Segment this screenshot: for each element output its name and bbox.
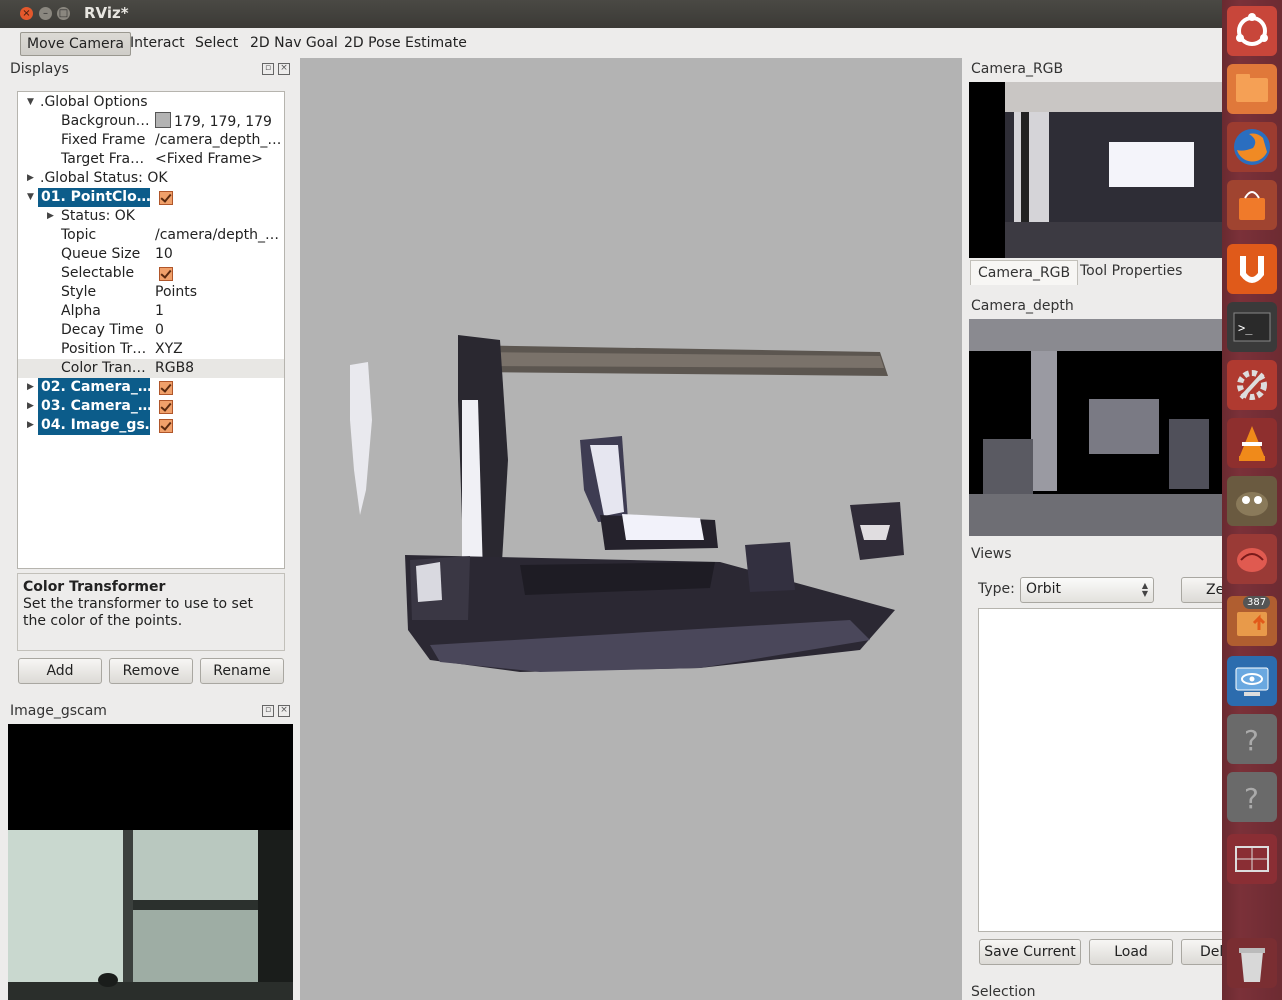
tree-row-decay-time[interactable]: Decay Time 0 [18,321,284,340]
maximize-window-button[interactable]: □ [57,7,70,20]
tree-row-image-04[interactable]: ▶ 04. Image_gs… [18,416,284,435]
window-titlebar: × – □ RViz* [0,0,1222,28]
brain-app-icon[interactable] [1227,534,1277,584]
tree-row-alpha[interactable]: Alpha 1 [18,302,284,321]
unknown-app-icon[interactable]: ? [1227,714,1277,764]
tree-row-target-frame[interactable]: Target Fra… <Fixed Frame> [18,150,284,169]
tree-row-selectable[interactable]: Selectable [18,264,284,283]
camera-depth-image [969,319,1222,536]
close-window-button[interactable]: × [20,7,33,20]
update-count-badge: 387 [1243,596,1271,609]
camera-rgb-title: Camera_RGB [971,61,1064,77]
close-icon[interactable]: × [278,63,290,75]
camera-rgb-view [969,82,1222,258]
image-gscam-view [8,724,293,1000]
tree-row-global-options[interactable]: ▼ .Global Options [18,93,284,112]
expand-arrow-icon[interactable]: ▶ [47,207,54,226]
saved-views-list[interactable] [978,608,1224,932]
tree-row-queue-size[interactable]: Queue Size 10 [18,245,284,264]
view-type-select[interactable]: Orbit ▲ ▼ [1020,577,1154,603]
add-display-button[interactable]: Add [18,658,102,684]
displays-title: Displays [10,61,69,77]
trash-icon[interactable] [1227,938,1277,988]
pose-estimate-tool[interactable]: 2D Pose Estimate [338,32,473,54]
undock-icon[interactable]: ▫ [262,63,274,75]
displays-tree[interactable]: ▼ .Global Options Backgroun… 179, 179, 1… [17,91,285,569]
unknown-app-icon-2[interactable]: ? [1227,772,1277,822]
system-settings-icon[interactable] [1227,360,1277,410]
camera-depth-view [969,319,1222,536]
pointcloud-render [350,335,904,672]
collapse-arrow-icon[interactable]: ▼ [27,188,34,207]
type-label: Type: [978,581,1015,597]
color-swatch[interactable] [155,112,171,128]
ubuntu-dash-icon[interactable] [1227,6,1277,56]
tree-row-fixed-frame[interactable]: Fixed Frame /camera_depth_… [18,131,284,150]
expand-arrow-icon[interactable]: ▶ [27,169,34,188]
svg-text:?: ? [1244,724,1259,757]
undock-icon[interactable]: ▫ [262,705,274,717]
selection-title: Selection [971,984,1036,1000]
select-arrows-icon: ▲ ▼ [1141,581,1148,598]
interact-tool[interactable]: Interact [124,32,191,54]
camera-depth-title: Camera_depth [971,298,1074,314]
svg-text:>_: >_ [1238,321,1253,335]
expand-arrow-icon[interactable]: ▶ [27,397,34,416]
description-title: Color Transformer [23,579,166,595]
software-center-icon[interactable] [1227,180,1277,230]
3d-render-view[interactable] [300,58,962,1000]
move-camera-tool[interactable]: Move Camera [20,32,131,56]
save-current-view-button[interactable]: Save Current [979,939,1081,965]
property-description: Color Transformer Set the transformer to… [17,573,285,651]
workspace-switcher-icon[interactable] [1227,834,1277,884]
pointcloud-enabled-checkbox[interactable] [159,191,173,205]
svg-text:?: ? [1244,782,1259,815]
vlc-icon[interactable] [1227,418,1277,468]
firefox-icon[interactable] [1227,122,1277,172]
background-color-value[interactable]: 179, 179, 179 [155,112,283,132]
tree-row-position-transformer[interactable]: Position Tr… XYZ [18,340,284,359]
displays-dock-buttons: ▫ × [258,62,290,75]
tree-row-status[interactable]: ▶ Status: OK [18,207,284,226]
select-tool[interactable]: Select [189,32,244,54]
remove-display-button[interactable]: Remove [109,658,193,684]
image-gscam-dock-buttons: ▫ × [258,704,290,717]
camera-03-enabled-checkbox[interactable] [159,400,173,414]
window-title: RViz* [84,4,129,22]
tree-row-background[interactable]: Backgroun… 179, 179, 179 [18,112,284,131]
tab-camera-rgb[interactable]: Camera_RGB [970,260,1079,285]
rename-display-button[interactable]: Rename [200,658,284,684]
gscam-camera-image [8,724,293,1000]
tree-row-camera-02[interactable]: ▶ 02. Camera_… [18,378,284,397]
image-gscam-title: Image_gscam [10,703,107,719]
selectable-checkbox[interactable] [159,267,173,281]
camera-02-enabled-checkbox[interactable] [159,381,173,395]
views-title: Views [971,546,1012,562]
expand-arrow-icon[interactable]: ▶ [27,416,34,435]
image-04-enabled-checkbox[interactable] [159,419,173,433]
tree-row-color-transformer[interactable]: Color Tran… RGB8 [18,359,284,378]
tree-row-pointcloud[interactable]: ▼ 01. PointClo… [18,188,284,207]
close-icon[interactable]: × [278,705,290,717]
tab-tool-properties[interactable]: Tool Properties [1073,259,1189,283]
camera-rgb-image [969,82,1222,258]
expand-arrow-icon[interactable]: ▶ [27,378,34,397]
collapse-arrow-icon[interactable]: ▼ [27,93,34,112]
tree-row-topic[interactable]: Topic /camera/depth_… [18,226,284,245]
description-text: Set the transformer to use to set the co… [23,596,253,629]
minimize-window-button[interactable]: – [39,7,52,20]
tree-row-global-status[interactable]: ▶ .Global Status: OK [18,169,284,188]
remote-desktop-icon[interactable] [1227,656,1277,706]
load-view-button[interactable]: Load [1089,939,1173,965]
tree-row-style[interactable]: Style Points [18,283,284,302]
gimp-icon[interactable] [1227,476,1277,526]
terminal-icon[interactable]: >_ [1227,302,1277,352]
update-manager-icon[interactable]: 387 [1227,596,1277,646]
nav-goal-tool[interactable]: 2D Nav Goal [244,32,344,54]
ubuntu-one-icon[interactable] [1227,244,1277,294]
unity-launcher: >_ 387 ? ? [1222,0,1282,1000]
tree-row-camera-03[interactable]: ▶ 03. Camera_… [18,397,284,416]
rviz-toolbar: Move Camera Interact Select 2D Nav Goal … [0,28,1222,58]
files-icon[interactable] [1227,64,1277,114]
